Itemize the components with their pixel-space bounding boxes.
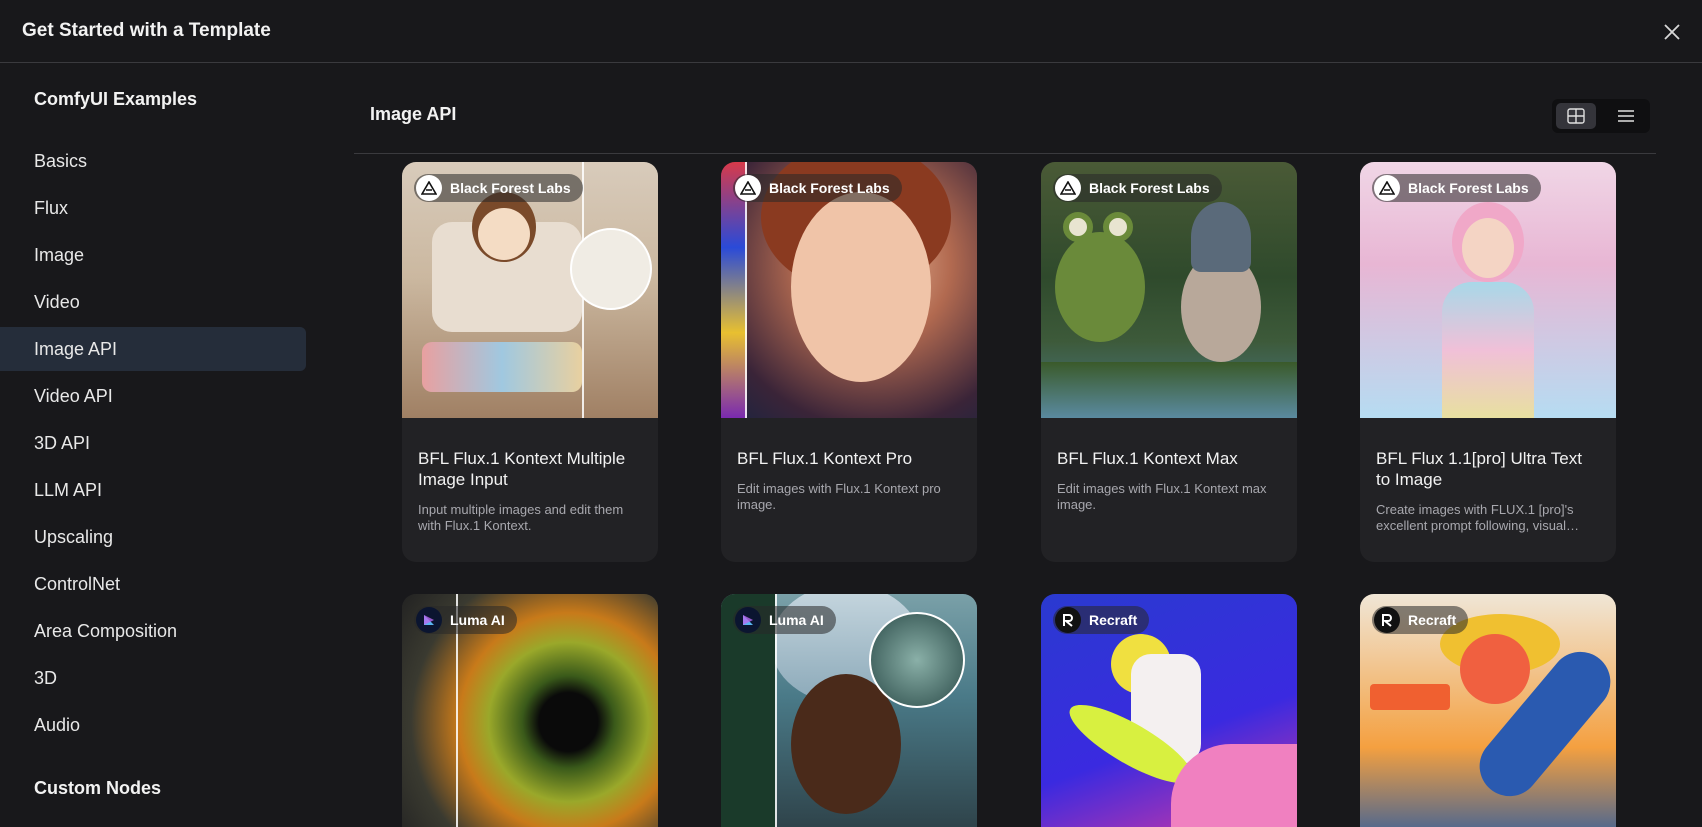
- card-thumbnail: Black Forest Labs: [1041, 162, 1297, 418]
- luma-logo-icon: [735, 607, 761, 633]
- provider-badge: Recraft: [1372, 606, 1469, 634]
- card-thumbnail: Black Forest Labs: [402, 162, 658, 418]
- sidebar-item-video[interactable]: Video: [0, 280, 306, 324]
- template-card[interactable]: Luma AI: [402, 594, 658, 827]
- template-card[interactable]: Recraft: [1041, 594, 1297, 827]
- close-button[interactable]: [1660, 20, 1684, 44]
- sidebar-item-llm-api[interactable]: LLM API: [0, 468, 306, 512]
- card-title: BFL Flux.1 Kontext Multiple Image Input: [418, 449, 626, 489]
- sidebar-section-custom-nodes[interactable]: Custom Nodes: [34, 778, 161, 799]
- card-description: Edit images with Flux.1 Kontext max imag…: [1057, 481, 1267, 512]
- template-card[interactable]: Recraft: [1360, 594, 1616, 827]
- sidebar-item-flux[interactable]: Flux: [0, 186, 306, 230]
- card-description: Edit images with Flux.1 Kontext pro imag…: [737, 481, 941, 512]
- header-divider: [354, 153, 1656, 154]
- template-gallery: Image API Black Forest Labs BFL Flux.1 K…: [306, 64, 1702, 827]
- sidebar-item-area-composition[interactable]: Area Composition: [0, 609, 306, 653]
- provider-badge: Black Forest Labs: [414, 174, 583, 202]
- bfl-logo-icon: [1374, 175, 1400, 201]
- list-view-button[interactable]: [1606, 103, 1646, 129]
- recraft-logo-icon: [1055, 607, 1081, 633]
- card-title: BFL Flux.1 Kontext Pro: [737, 449, 913, 468]
- card-thumbnail: Recraft: [1041, 594, 1297, 827]
- section-title: Image API: [370, 104, 457, 124]
- card-thumbnail: Luma AI: [402, 594, 658, 827]
- card-thumbnail: Luma AI: [721, 594, 977, 827]
- sidebar-section-comfyui-examples: ComfyUI Examples: [34, 89, 198, 109]
- provider-badge: Luma AI: [414, 606, 517, 634]
- recraft-logo-icon: [1374, 607, 1400, 633]
- close-icon: [1664, 24, 1680, 40]
- card-title: BFL Flux.1 Kontext Max: [1057, 449, 1238, 468]
- sidebar: ComfyUI Examples Basics Flux Image Video…: [0, 64, 306, 827]
- bfl-logo-icon: [416, 175, 442, 201]
- grid-view-button[interactable]: [1556, 103, 1596, 129]
- bfl-logo-icon: [735, 175, 761, 201]
- provider-badge: Black Forest Labs: [1053, 174, 1222, 202]
- sidebar-item-upscaling[interactable]: Upscaling: [0, 515, 306, 559]
- template-card[interactable]: Black Forest Labs BFL Flux.1 Kontext Pro…: [721, 162, 977, 562]
- sidebar-item-controlnet[interactable]: ControlNet: [0, 562, 306, 606]
- sidebar-item-3d[interactable]: 3D: [0, 656, 306, 700]
- luma-logo-icon: [416, 607, 442, 633]
- template-card[interactable]: Black Forest Labs BFL Flux 1.1[pro] Ultr…: [1360, 162, 1616, 562]
- card-title: BFL Flux 1.1[pro] Ultra Text to Image: [1376, 449, 1582, 489]
- sidebar-item-image-api[interactable]: Image API: [0, 327, 306, 371]
- dialog-header: Get Started with a Template: [0, 0, 1702, 63]
- provider-badge: Recraft: [1053, 606, 1150, 634]
- dialog-title: Get Started with a Template: [22, 20, 271, 41]
- sidebar-item-image[interactable]: Image: [0, 233, 306, 277]
- card-thumbnail: Recraft: [1360, 594, 1616, 827]
- bfl-logo-icon: [1055, 175, 1081, 201]
- provider-badge: Black Forest Labs: [1372, 174, 1541, 202]
- provider-badge: Luma AI: [733, 606, 836, 634]
- sidebar-item-3d-api[interactable]: 3D API: [0, 421, 306, 465]
- sidebar-item-video-api[interactable]: Video API: [0, 374, 306, 418]
- view-toggle: [1552, 99, 1650, 133]
- grid-icon: [1567, 108, 1585, 124]
- card-description: Input multiple images and edit them with…: [418, 502, 624, 533]
- sidebar-item-audio[interactable]: Audio: [0, 703, 306, 747]
- sidebar-item-basics[interactable]: Basics: [0, 139, 306, 183]
- card-thumbnail: Black Forest Labs: [721, 162, 977, 418]
- provider-badge: Black Forest Labs: [733, 174, 902, 202]
- template-card[interactable]: Black Forest Labs BFL Flux.1 Kontext Max…: [1041, 162, 1297, 562]
- card-description: Create images with FLUX.1 [pro]'s excell…: [1376, 502, 1574, 533]
- card-thumbnail: Black Forest Labs: [1360, 162, 1616, 418]
- template-card[interactable]: Luma AI: [721, 594, 977, 827]
- template-card[interactable]: Black Forest Labs BFL Flux.1 Kontext Mul…: [402, 162, 658, 562]
- list-icon: [1618, 110, 1634, 122]
